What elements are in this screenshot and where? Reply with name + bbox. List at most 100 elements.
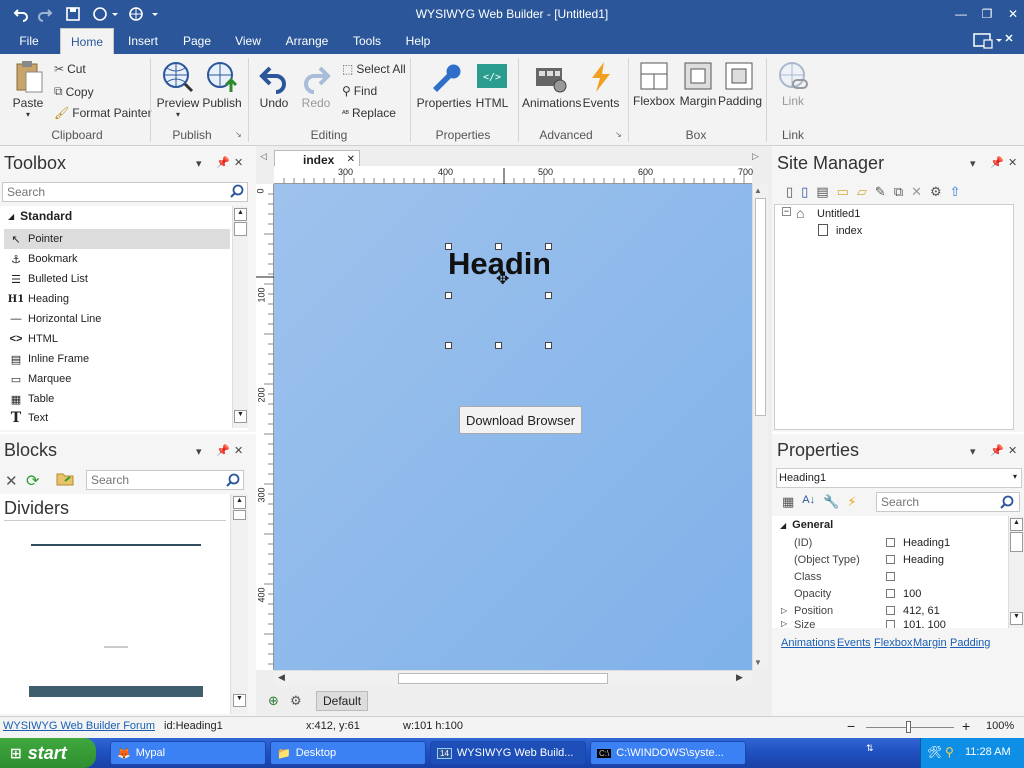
folder-icon[interactable] (56, 472, 74, 486)
resize-handle[interactable] (445, 342, 452, 349)
replace-button[interactable]: ᴬᴮ Replace (342, 106, 396, 120)
tree-page-index[interactable]: index (836, 225, 862, 237)
minimize-button[interactable]: — (948, 3, 974, 25)
wrench-icon[interactable]: 🔧 (823, 494, 839, 510)
properties-button[interactable]: Properties (416, 60, 472, 110)
properties-search-icon[interactable] (1000, 495, 1014, 509)
resize-handle[interactable] (545, 342, 552, 349)
toolbox-scrollbar[interactable]: ▲ ▼ (232, 206, 248, 428)
resize-handle[interactable] (495, 342, 502, 349)
properties-search-input[interactable] (876, 492, 1020, 512)
toolbox-search-icon[interactable] (230, 184, 244, 198)
taskbar-scroll-icon[interactable]: ⇅ (866, 743, 874, 754)
events-button[interactable]: Events (582, 60, 620, 110)
property-row-id[interactable]: (ID) Heading1 (776, 534, 1008, 551)
divider-block-small[interactable] (104, 646, 128, 648)
new-page-copy-icon[interactable]: ▯ (801, 184, 808, 200)
toolbox-menu-icon[interactable]: ▾ (196, 157, 202, 170)
heading-element[interactable]: Headin (448, 246, 549, 346)
tool-bulleted-list[interactable]: ☰ Bulleted List (4, 269, 230, 289)
toolbox-category-standard[interactable]: ◢ Standard (8, 209, 72, 223)
page-properties-icon[interactable]: ⚙ (930, 184, 942, 200)
resize-handle[interactable] (445, 243, 452, 250)
add-layout-icon[interactable]: ⊕ (268, 693, 279, 709)
format-painter-button[interactable]: 🖌 Format Painter (54, 106, 152, 120)
tree-root-untitled1[interactable]: Untitled1 (817, 208, 860, 220)
find-button[interactable]: ⚲ Find (342, 84, 377, 98)
blocks-pin-icon[interactable]: 📌 (216, 444, 230, 457)
link-flexbox[interactable]: Flexbox (874, 637, 913, 649)
divider-block-bar[interactable] (29, 686, 203, 697)
cut-button[interactable]: ✂ Cut (54, 62, 86, 76)
tab-tools[interactable]: Tools (346, 28, 388, 54)
site-manager-menu-icon[interactable]: ▾ (970, 157, 976, 170)
tab-file[interactable]: File (10, 28, 48, 54)
tab-page[interactable]: Page (178, 28, 216, 54)
select-all-button[interactable]: ⬚ Select All (342, 62, 406, 76)
layout-switch-icon[interactable] (972, 32, 1016, 50)
delete-page-icon[interactable]: ✕ (911, 184, 922, 200)
resize-handle[interactable] (545, 243, 552, 250)
tab-scroll-right-icon[interactable]: ▷ (752, 151, 759, 162)
taskbar-item-cmd[interactable]: C:\ C:\WINDOWS\syste... (590, 741, 746, 765)
copy-button[interactable]: ⧉ Copy (54, 84, 94, 99)
tab-close-icon[interactable]: ✕ (347, 154, 355, 165)
publish-button[interactable]: Publish (202, 60, 242, 110)
blocks-search-icon[interactable] (226, 473, 240, 487)
page-list-icon[interactable]: ▤ (816, 184, 828, 200)
toolbox-pin-icon[interactable]: 📌 (216, 156, 230, 169)
taskbar-item-mypal[interactable]: 🦊 Mypal (110, 741, 266, 765)
categorized-icon[interactable]: ▦ (782, 494, 794, 510)
restore-button[interactable]: ❐ (974, 3, 1000, 25)
link-button[interactable]: Link (772, 60, 814, 108)
tab-arrange[interactable]: Arrange (280, 28, 334, 54)
undo-button[interactable]: Undo (256, 64, 292, 110)
new-folder-icon[interactable]: ▭ (837, 184, 849, 200)
tree-collapse-icon[interactable]: − (782, 207, 791, 216)
download-browser-button[interactable]: Download Browser (459, 406, 582, 434)
site-manager-pin-icon[interactable]: 📌 (990, 156, 1004, 169)
advanced-launcher-icon[interactable]: ↘ (615, 130, 622, 139)
zoom-in-button[interactable]: + (962, 718, 970, 734)
resize-handle[interactable] (495, 243, 502, 250)
canvas-horizontal-scrollbar[interactable]: ◀ ▶ (274, 670, 752, 686)
taskbar-item-wysiwyg[interactable]: 14 WYSIWYG Web Build... (430, 741, 586, 765)
blocks-search-input[interactable] (86, 470, 244, 490)
preview-button[interactable]: Preview ▾ (156, 60, 200, 119)
tool-pointer[interactable]: ↖ Pointer (4, 229, 230, 249)
publish-launcher-icon[interactable]: ↘ (235, 130, 242, 139)
tab-view[interactable]: View (228, 28, 268, 54)
tool-bookmark[interactable]: ⚓ Bookmark (4, 249, 230, 269)
divider-block-line[interactable] (31, 544, 201, 546)
property-row-class[interactable]: Class (776, 568, 1008, 585)
tool-html[interactable]: <> HTML (4, 329, 230, 349)
margin-button[interactable]: Margin (678, 60, 718, 108)
link-padding[interactable]: Padding (950, 637, 990, 649)
link-events[interactable]: Events (837, 637, 871, 649)
tab-help[interactable]: Help (400, 28, 436, 54)
property-row-position[interactable]: ▷ Position 412, 61 (776, 602, 1008, 619)
edit-page-icon[interactable]: ✎ (875, 184, 886, 200)
tool-marquee[interactable]: ▭ Marquee (4, 369, 230, 389)
duplicate-icon[interactable]: ⧉ (894, 184, 903, 200)
redo-button[interactable]: Redo (298, 64, 334, 110)
properties-scrollbar[interactable]: ▲ ▼ (1008, 516, 1024, 628)
animations-button[interactable]: Animations (522, 60, 581, 110)
layout-settings-icon[interactable]: ⚙ (290, 693, 302, 709)
property-section-general[interactable]: ◢ General (780, 519, 833, 531)
resize-handle[interactable] (445, 292, 452, 299)
tool-table[interactable]: ▦ Table (4, 389, 230, 409)
lightning-icon[interactable]: ⚡ (847, 494, 856, 510)
delete-block-icon[interactable]: ✕ (5, 472, 18, 490)
toolbox-search-input[interactable] (2, 182, 248, 202)
blocks-scrollbar[interactable]: ▲ ▼ (230, 494, 248, 714)
blocks-menu-icon[interactable]: ▾ (196, 445, 202, 458)
tab-scroll-left-icon[interactable]: ◁ (260, 151, 267, 162)
link-animations[interactable]: Animations (781, 637, 835, 649)
tool-inline-frame[interactable]: ▤ Inline Frame (4, 349, 230, 369)
start-button[interactable]: ⊞ start (0, 738, 96, 768)
tab-home[interactable]: Home (60, 28, 114, 54)
tab-insert[interactable]: Insert (120, 28, 166, 54)
site-manager-close-icon[interactable]: ✕ (1008, 156, 1017, 169)
tray-search-icon[interactable]: ⚲ (945, 745, 954, 759)
